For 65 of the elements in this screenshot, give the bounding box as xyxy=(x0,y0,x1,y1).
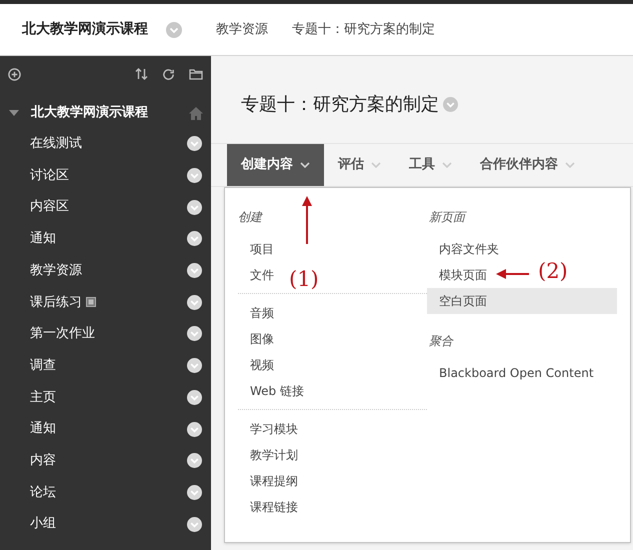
sidebar-link[interactable]: 内容区 xyxy=(30,197,69,217)
annotation-arrow xyxy=(302,196,312,244)
chevron-circle-icon[interactable] xyxy=(187,263,202,278)
breadcrumb-link[interactable]: 专题十：研究方案的制定 xyxy=(292,20,435,40)
sidebar-link[interactable]: 通知 xyxy=(30,419,56,439)
menu-item[interactable]: 学习模块 xyxy=(238,416,304,442)
add-icon[interactable] xyxy=(8,68,21,80)
collapse-triangle-icon[interactable] xyxy=(9,110,19,116)
menu-tab[interactable]: 合作伙伴内容 xyxy=(466,144,589,186)
sidebar-link[interactable]: 通知 xyxy=(30,229,56,249)
sidebar-link[interactable]: 在线测试 xyxy=(30,134,82,154)
menu-item[interactable]: 模块页面 xyxy=(427,262,493,288)
menu-tab[interactable]: 工具 xyxy=(395,144,466,186)
sidebar-link[interactable]: 论坛 xyxy=(30,482,56,502)
page-title: 专题十：研究方案的制定 xyxy=(241,92,439,116)
breadcrumb-link[interactable]: 教学资源 xyxy=(216,20,268,40)
menu-item[interactable]: 教学计划 xyxy=(238,442,304,468)
chevron-circle-icon[interactable] xyxy=(187,516,202,532)
sidebar-link[interactable]: 教学资源 xyxy=(30,260,82,280)
sidebar-link[interactable]: 课后练习 xyxy=(30,292,82,312)
menu-tab[interactable]: 创建内容 xyxy=(227,144,324,186)
menu-heading: 聚合 xyxy=(428,333,454,350)
menu-item[interactable]: Blackboard Open Content xyxy=(427,360,600,386)
folder-icon[interactable] xyxy=(189,68,203,80)
annotation-arrow xyxy=(496,269,529,279)
menu-item[interactable]: 音频 xyxy=(238,300,280,326)
sidebar-link[interactable]: 小组 xyxy=(30,514,56,534)
menu-item[interactable]: 文件 xyxy=(238,262,280,288)
chevron-circle-icon[interactable] xyxy=(187,168,202,184)
sidebar-link[interactable]: 调查 xyxy=(30,356,56,376)
refresh-icon[interactable] xyxy=(162,68,175,80)
sidebar-link[interactable]: 第一次作业 xyxy=(30,324,95,344)
chevron-circle-icon[interactable] xyxy=(187,136,202,152)
menu-item[interactable]: Web 链接 xyxy=(238,378,310,404)
sort-arrows-icon[interactable] xyxy=(135,67,148,81)
annotation-label: (1) xyxy=(289,266,319,293)
chevron-circle-icon[interactable] xyxy=(187,200,202,215)
sidebar-link[interactable]: 讨论区 xyxy=(30,166,69,186)
menu-item[interactable]: 项目 xyxy=(238,236,280,262)
menu-item[interactable]: 课程链接 xyxy=(238,494,304,520)
chevron-circle-icon[interactable] xyxy=(187,453,202,468)
chevron-down-icon xyxy=(371,162,381,168)
menu-heading: 创建 xyxy=(238,209,264,226)
chevron-circle-icon[interactable] xyxy=(187,390,202,405)
annotation-label: (2) xyxy=(538,258,568,285)
chevron-circle-icon[interactable] xyxy=(187,294,202,310)
chevron-circle-icon[interactable] xyxy=(187,358,202,374)
course-menu-title[interactable]: 北大教学网演示课程 xyxy=(31,103,189,123)
sidebar-link[interactable]: 主页 xyxy=(30,388,56,408)
menu-item[interactable]: 图像 xyxy=(238,326,280,352)
menu-tab[interactable]: 评估 xyxy=(324,144,395,186)
chevron-down-icon xyxy=(300,162,310,168)
sidebar-link[interactable]: 内容 xyxy=(30,450,56,470)
chevron-circle-icon[interactable] xyxy=(187,231,202,246)
menu-heading: 新页面 xyxy=(428,209,468,226)
menu-item[interactable]: 课程提纲 xyxy=(238,468,304,494)
chevron-circle-icon[interactable] xyxy=(187,326,202,342)
course-title[interactable]: 北大教学网演示课程 xyxy=(22,19,148,40)
chevron-circle-icon[interactable] xyxy=(187,422,202,437)
chevron-circle-icon[interactable] xyxy=(187,484,202,500)
chevron-down-icon xyxy=(442,162,452,168)
menu-item[interactable]: 内容文件夹 xyxy=(427,236,505,262)
chevron-down-icon xyxy=(565,162,575,168)
menu-item[interactable]: 视频 xyxy=(238,352,280,378)
menu-item[interactable]: 空白页面 xyxy=(427,288,617,314)
